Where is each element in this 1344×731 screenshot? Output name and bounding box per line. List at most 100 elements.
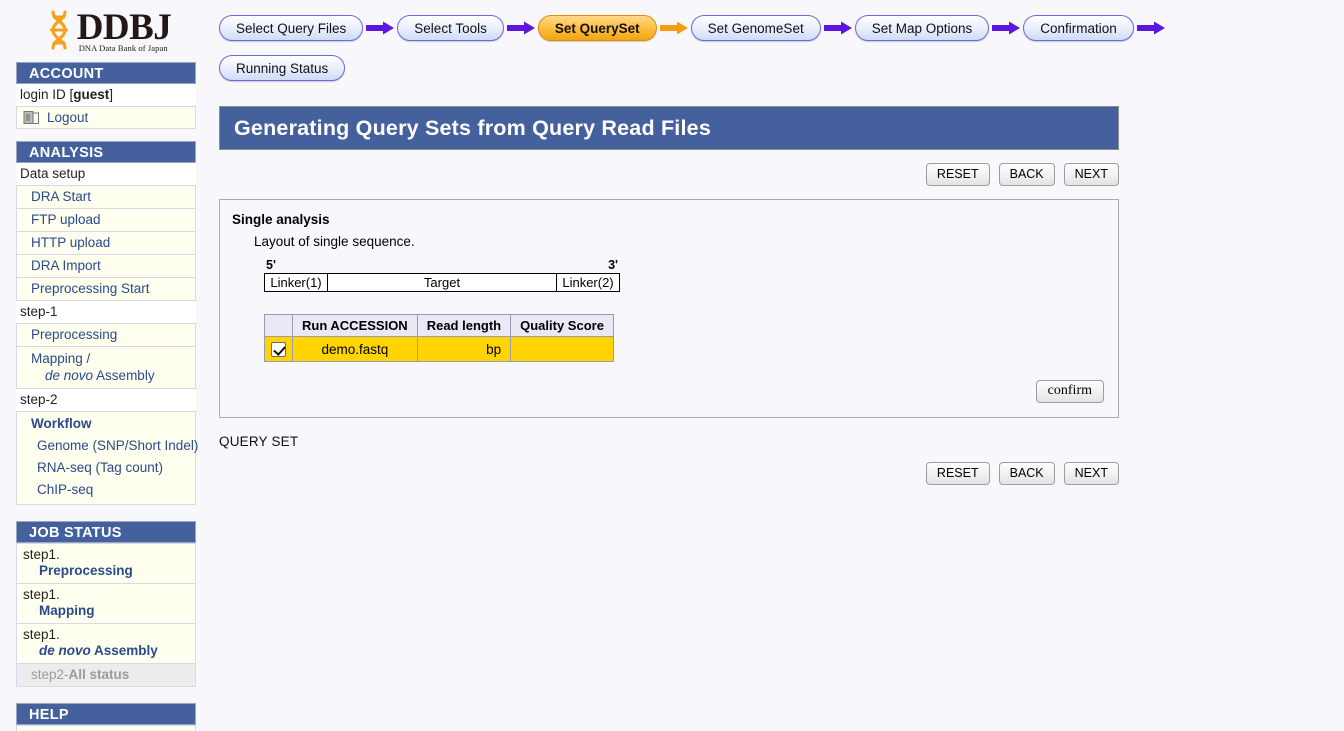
header-quality-score: Quality Score <box>511 315 614 337</box>
job-step-label: step1. <box>23 547 195 563</box>
main-content: Generating Query Sets from Query Read Fi… <box>219 106 1119 485</box>
workflow-link-chipseq[interactable]: ChIP-seq <box>31 481 195 498</box>
spacer <box>0 505 210 521</box>
reset-button-bottom[interactable]: RESET <box>926 462 990 485</box>
breadcrumb-row-2: Running Status <box>219 54 1339 82</box>
workflow-link-rnaseq[interactable]: RNA-seq (Tag count) <box>31 459 195 476</box>
breadcrumb-step-set-genomeset[interactable]: Set GenomeSet <box>691 15 821 41</box>
arrow-right-icon <box>989 20 1023 36</box>
query-files-table: Run ACCESSION Read length Quality Score … <box>264 314 614 362</box>
sidebar-section-jobstatus: step1. Preprocessing step1. Mapping step… <box>16 543 196 687</box>
row-checkbox[interactable] <box>271 342 286 357</box>
breadcrumb-step-running-status[interactable]: Running Status <box>219 55 345 81</box>
row-select-cell[interactable] <box>265 337 293 362</box>
sidebar-item-dra-start[interactable]: DRA Start <box>16 185 196 209</box>
spacer <box>0 129 210 141</box>
job-step-label: step1. <box>23 627 195 643</box>
sidebar: DDBJ DNA Data Bank of Japan ACCOUNT logi… <box>0 0 210 731</box>
mapping-line1: Mapping / <box>31 351 90 366</box>
logo-tagline: DNA Data Bank of Japan <box>79 44 172 53</box>
breadcrumb-step-set-queryset[interactable]: Set QuerySet <box>538 15 657 41</box>
breadcrumb-step-confirmation[interactable]: Confirmation <box>1023 15 1134 41</box>
arrow-right-icon <box>363 20 397 36</box>
bottom-button-bar: RESET BACK NEXT <box>219 462 1119 485</box>
next-button-top[interactable]: NEXT <box>1064 163 1119 186</box>
sidebar-section-account: login ID [guest] Logout <box>16 84 196 129</box>
step2-prefix: step2- <box>31 667 69 682</box>
next-button-bottom[interactable]: NEXT <box>1064 462 1119 485</box>
sidebar-section-account-header: ACCOUNT <box>16 62 196 84</box>
de-novo-italic: de novo <box>39 643 91 658</box>
step2-all-status-label: All status <box>69 667 130 682</box>
cell-run-accession: demo.fastq <box>293 337 418 362</box>
cell-quality-score <box>511 337 614 362</box>
breadcrumb: Select Query Files Select Tools Set Quer… <box>219 14 1339 82</box>
sidebar-item-help[interactable]: HELP -? <box>16 725 196 731</box>
login-id-value: guest <box>73 87 109 102</box>
confirm-button[interactable]: confirm <box>1036 380 1104 403</box>
sidebar-item-http-upload[interactable]: HTTP upload <box>16 232 196 255</box>
breadcrumb-step-set-map-options[interactable]: Set Map Options <box>855 15 990 41</box>
logo-wordmark: DDBJ <box>77 9 172 46</box>
header-select <box>265 315 293 337</box>
dna-helix-icon <box>45 9 75 53</box>
sidebar-item-workflow[interactable]: Workflow Genome (SNP/Short Indel) RNA-se… <box>16 411 196 505</box>
sequence-layout-diagram: 5' 3' Linker(1) Target Linker(2) <box>264 258 620 292</box>
de-novo-italic: de novo <box>45 368 93 383</box>
ddbj-logo[interactable]: DDBJ DNA Data Bank of Japan <box>0 0 210 62</box>
job-name-label: Mapping <box>23 603 195 619</box>
job-status-de-novo-assembly[interactable]: step1. de novo Assembly <box>16 624 196 664</box>
login-id-prefix: login ID [ <box>20 87 73 102</box>
back-button-top[interactable]: BACK <box>999 163 1055 186</box>
sidebar-item-mapping-assembly[interactable]: Mapping / de novo Assembly <box>16 347 196 389</box>
sidebar-section-analysis: Data setup DRA Start FTP upload HTTP upl… <box>16 163 196 505</box>
sidebar-section-help-header: HELP <box>16 703 196 725</box>
table-head: Run ACCESSION Read length Quality Score <box>265 315 614 337</box>
workflow-link-genome[interactable]: Genome (SNP/Short Indel) <box>31 437 195 454</box>
sidebar-item-preprocessing-start[interactable]: Preprocessing Start <box>16 278 196 301</box>
job-step-label: step1. <box>23 587 195 603</box>
arrow-right-icon <box>504 20 538 36</box>
sidebar-item-ftp-upload[interactable]: FTP upload <box>16 209 196 232</box>
table-header-row: Run ACCESSION Read length Quality Score <box>265 315 614 337</box>
reset-button-top[interactable]: RESET <box>926 163 990 186</box>
assembly-text: Assembly <box>91 643 158 658</box>
back-button-bottom[interactable]: BACK <box>999 462 1055 485</box>
job-status-step2-all: step2-All status <box>16 664 196 687</box>
panel-subtitle: Layout of single sequence. <box>254 234 1104 249</box>
assembly-text: Assembly <box>93 368 155 383</box>
breadcrumb-step-select-query-files[interactable]: Select Query Files <box>219 15 363 41</box>
sequence-end-labels: 5' 3' <box>264 258 620 273</box>
sidebar-section-help: HELP -? <box>16 725 196 731</box>
mapping-line2: de novo Assembly <box>31 367 195 384</box>
page-title: Generating Query Sets from Query Read Fi… <box>234 116 711 141</box>
workflow-title: Workflow <box>31 416 195 432</box>
login-id-row: login ID [guest] <box>16 84 196 106</box>
sidebar-item-dra-import[interactable]: DRA Import <box>16 255 196 278</box>
single-analysis-panel: Single analysis Layout of single sequenc… <box>219 199 1119 418</box>
job-name-label: Preprocessing <box>23 563 195 579</box>
logout-label: Logout <box>47 110 88 125</box>
sidebar-item-preprocessing[interactable]: Preprocessing <box>16 323 196 347</box>
five-prime-label: 5' <box>266 258 276 272</box>
job-status-preprocessing[interactable]: step1. Preprocessing <box>16 543 196 584</box>
three-prime-label: 3' <box>608 258 618 272</box>
header-run-accession: Run ACCESSION <box>293 315 418 337</box>
breadcrumb-step-select-tools[interactable]: Select Tools <box>397 15 504 41</box>
sidebar-label-step-2: step-2 <box>16 389 196 411</box>
confirm-button-bar: confirm <box>232 380 1104 403</box>
panel-title: Single analysis <box>232 212 1104 227</box>
arrow-right-icon <box>1134 20 1168 36</box>
header-read-length: Read length <box>417 315 510 337</box>
table-body: demo.fastq bp <box>265 337 614 362</box>
breadcrumb-row-1: Select Query Files Select Tools Set Quer… <box>219 14 1339 42</box>
job-name-label: de novo Assembly <box>23 643 195 659</box>
query-set-label: QUERY SET <box>219 434 1119 449</box>
sidebar-label-step-1: step-1 <box>16 301 196 323</box>
sequence-bar: Linker(1) Target Linker(2) <box>264 273 620 292</box>
page-title-banner: Generating Query Sets from Query Read Fi… <box>219 106 1119 150</box>
cell-read-length: bp <box>417 337 510 362</box>
job-status-mapping[interactable]: step1. Mapping <box>16 584 196 624</box>
logout-button[interactable]: Logout <box>16 106 196 129</box>
top-button-bar: RESET BACK NEXT <box>219 163 1119 186</box>
